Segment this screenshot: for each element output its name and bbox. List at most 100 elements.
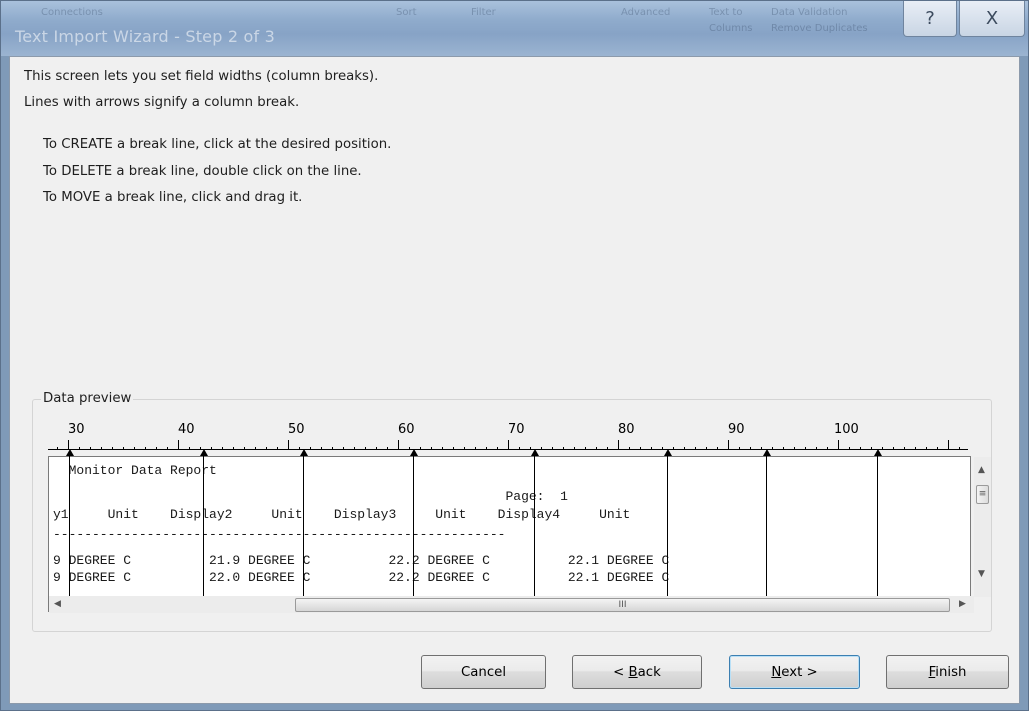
text-import-wizard-window: Connections Sort Filter Advanced Text to…: [0, 0, 1029, 711]
ruler-tick: [420, 447, 421, 449]
grip-icon: ≡: [978, 489, 987, 499]
ruler-tick: [222, 447, 223, 449]
ruler-tick: [585, 447, 586, 449]
help-icon: ?: [925, 8, 935, 29]
background-ribbon-item: Data Validation: [771, 7, 848, 18]
column-break-arrow[interactable]: [410, 449, 418, 456]
help-button[interactable]: ?: [903, 1, 957, 37]
create-instruction: To CREATE a break line, click at the des…: [43, 137, 392, 152]
wizard-body: This screen lets you set field widths (c…: [9, 56, 1020, 704]
instruction-line: This screen lets you set field widths (c…: [24, 69, 379, 84]
ruler-tick: [728, 440, 729, 449]
column-break-line[interactable]: [667, 456, 668, 597]
column-break-line[interactable]: [203, 456, 204, 597]
ruler-tick: [112, 447, 113, 449]
next-button[interactable]: Next >: [729, 655, 860, 689]
column-break-line[interactable]: [69, 456, 70, 597]
ruler-tick: [717, 447, 718, 449]
ruler-tick: [431, 447, 432, 449]
next-label: Next >: [771, 664, 818, 680]
ruler-tick: [552, 447, 553, 449]
column-break-arrow[interactable]: [300, 449, 308, 456]
ruler-tick: [563, 447, 564, 449]
ruler-tick: [662, 447, 663, 449]
ruler-tick: [849, 447, 850, 449]
data-preview-group: Data preview 30 40 50 60 70 80 90 100 Monitor D…: [32, 391, 992, 632]
finish-button[interactable]: Finish: [886, 655, 1009, 689]
ruler-tick: [90, 447, 91, 449]
ruler-tick: [651, 447, 652, 449]
scroll-down-icon[interactable]: ▼: [978, 569, 985, 579]
ruler-tick: [772, 447, 773, 449]
preview-row: Page: 1: [53, 489, 568, 504]
ruler-tick: [695, 447, 696, 449]
ruler-tick: [475, 447, 476, 449]
window-title: Text Import Wizard - Step 2 of 3: [15, 27, 276, 46]
column-break-line[interactable]: [534, 456, 535, 597]
ruler-tick: [354, 447, 355, 449]
grip-icon: III: [618, 600, 627, 610]
column-break-line[interactable]: [303, 456, 304, 597]
background-ribbon-item: Text to: [709, 7, 743, 18]
ruler-tick: [134, 447, 135, 449]
data-preview-pane[interactable]: Monitor Data Report Page: 1 y1 Unit Disp…: [48, 456, 971, 612]
ruler-tick: [794, 447, 795, 449]
column-break-arrow[interactable]: [200, 449, 208, 456]
ruler-tick: [948, 440, 949, 449]
ruler-number: 70: [508, 422, 525, 437]
ruler-tick: [398, 440, 399, 449]
ruler-tick: [497, 447, 498, 449]
column-break-line[interactable]: [766, 456, 767, 597]
ruler-baseline: [48, 449, 968, 450]
back-button[interactable]: < Back: [572, 655, 702, 689]
ruler-number: 100: [834, 422, 859, 437]
background-ribbon-item: Filter: [471, 7, 496, 18]
scroll-right-icon[interactable]: ▶: [959, 599, 966, 609]
cancel-button[interactable]: Cancel: [421, 655, 546, 689]
ruler-tick: [541, 447, 542, 449]
column-break-arrow[interactable]: [763, 449, 771, 456]
ruler-tick: [453, 447, 454, 449]
ruler-tick: [332, 447, 333, 449]
background-ribbon-item: Columns: [709, 23, 753, 34]
scroll-left-icon[interactable]: ◀: [54, 599, 61, 609]
ruler-tick: [893, 447, 894, 449]
horizontal-scrollbar[interactable]: ◀ III ▶: [49, 596, 974, 613]
column-break-line[interactable]: [877, 456, 878, 597]
ruler-tick: [574, 447, 575, 449]
ruler-tick: [365, 447, 366, 449]
ruler-tick: [101, 447, 102, 449]
column-break-arrow[interactable]: [874, 449, 882, 456]
column-break-line[interactable]: [413, 456, 414, 597]
ruler-number: 50: [288, 422, 305, 437]
vertical-scrollbar[interactable]: ▲ ≡ ▼: [974, 457, 991, 597]
finish-label: Finish: [928, 664, 967, 680]
ruler-tick: [827, 447, 828, 449]
preview-row: y1 Unit Display2 Unit Display3 Unit Disp…: [53, 507, 631, 522]
ruler-tick: [805, 447, 806, 449]
column-break-arrow[interactable]: [531, 449, 539, 456]
ruler-tick: [145, 447, 146, 449]
background-ribbon-item: Advanced: [621, 7, 671, 18]
column-break-arrow[interactable]: [664, 449, 672, 456]
ruler-tick: [189, 447, 190, 449]
ruler-number: 40: [178, 422, 195, 437]
close-button[interactable]: X: [959, 1, 1025, 37]
ruler-number: 60: [398, 422, 415, 437]
ruler-tick: [640, 447, 641, 449]
ruler-tick: [761, 447, 762, 449]
back-label: < Back: [613, 664, 661, 680]
move-instruction: To MOVE a break line, click and drag it.: [43, 190, 303, 205]
ruler-tick: [739, 447, 740, 449]
vertical-scroll-thumb[interactable]: ≡: [976, 485, 989, 504]
horizontal-scroll-thumb[interactable]: III: [295, 598, 950, 612]
ruler-tick: [277, 447, 278, 449]
scroll-up-icon[interactable]: ▲: [978, 465, 985, 475]
ruler-tick: [233, 447, 234, 449]
ruler-number: 80: [618, 422, 635, 437]
column-break-arrow[interactable]: [66, 449, 74, 456]
title-bar[interactable]: Connections Sort Filter Advanced Text to…: [1, 1, 1028, 56]
delete-instruction: To DELETE a break line, double click on …: [43, 164, 362, 179]
ruler-tick: [156, 447, 157, 449]
column-ruler[interactable]: 30 40 50 60 70 80 90 100: [48, 420, 968, 450]
